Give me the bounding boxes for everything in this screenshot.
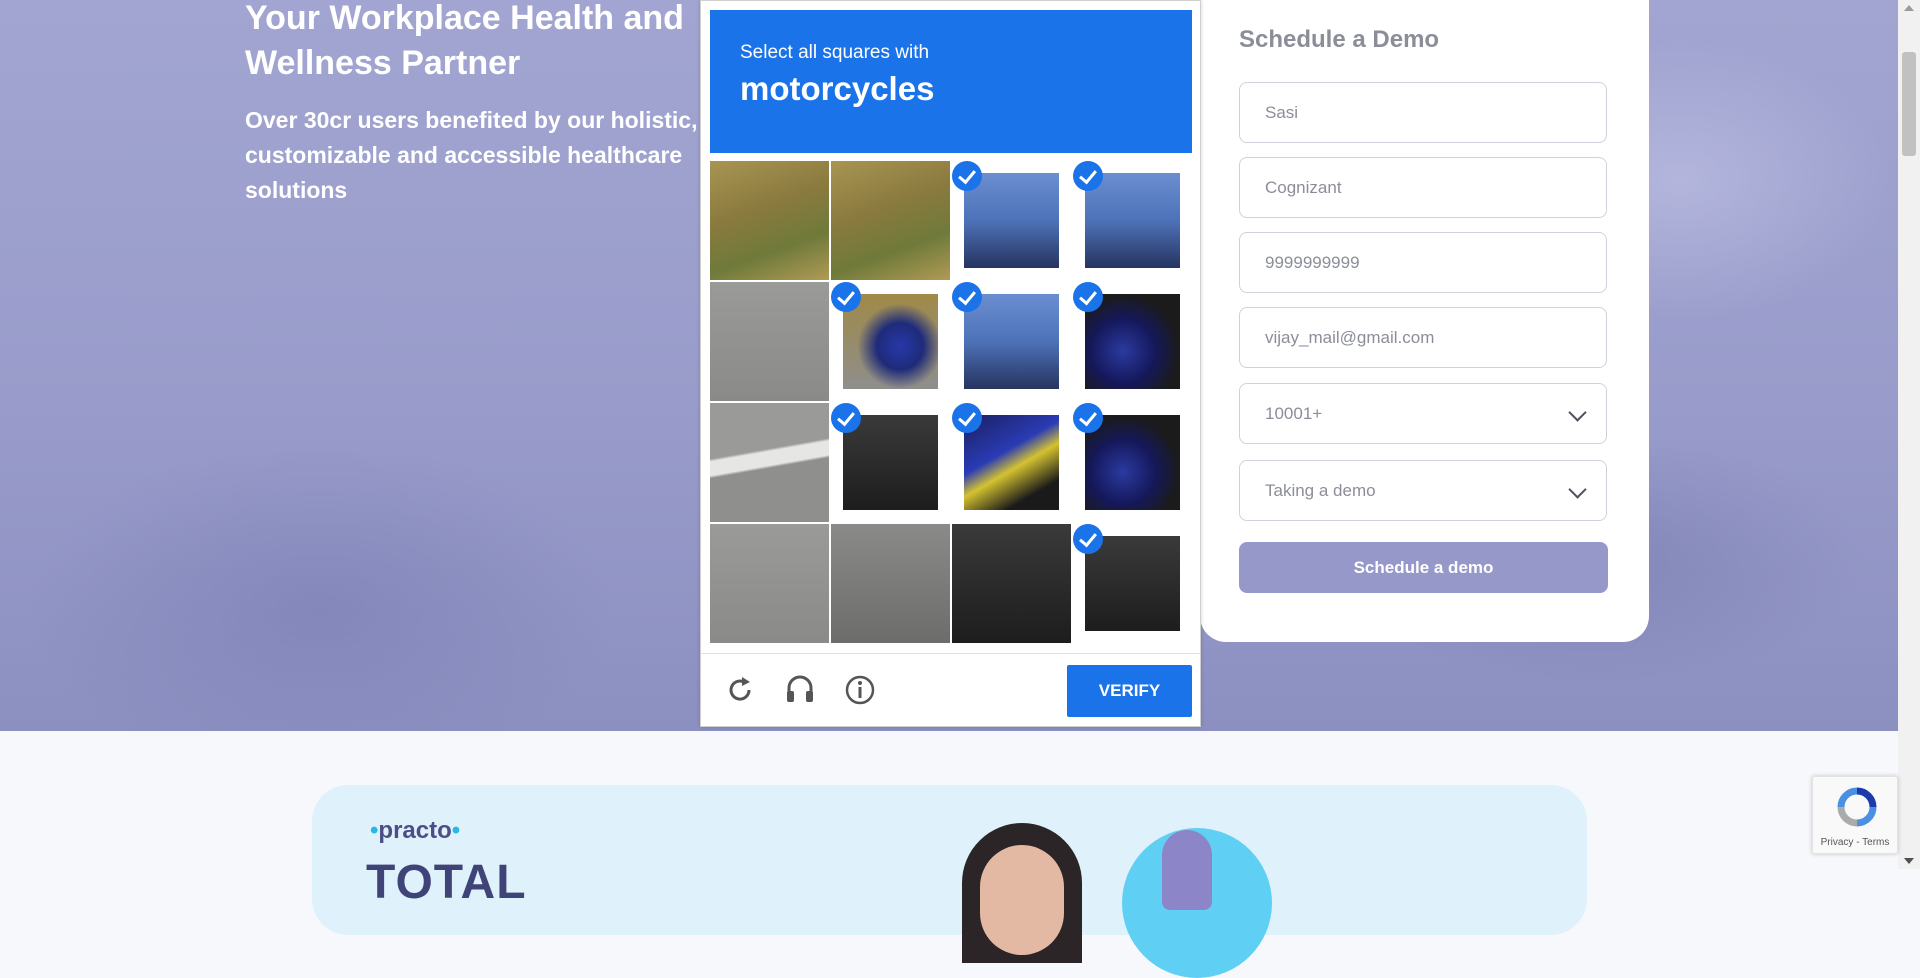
recaptcha-badge[interactable]: Privacy - Terms: [1812, 776, 1898, 854]
captcha-tile-image: [1085, 536, 1180, 631]
captcha-tile[interactable]: [831, 403, 950, 522]
interest-select-value: Taking a demo: [1265, 480, 1376, 500]
captcha-tile-image: [843, 294, 938, 389]
chevron-down-icon: [1568, 403, 1587, 422]
checkmark-icon: [952, 403, 982, 433]
captcha-tile[interactable]: [710, 524, 829, 643]
scroll-up-arrow-icon[interactable]: [1904, 5, 1914, 11]
captcha-tile[interactable]: [710, 161, 829, 280]
checkmark-icon: [831, 282, 861, 312]
recaptcha-logo-icon: [1837, 787, 1877, 827]
rocket-icon: [1162, 830, 1212, 910]
checkmark-icon: [1073, 524, 1103, 554]
checkmark-icon: [952, 282, 982, 312]
captcha-tile-image: [710, 403, 829, 522]
verify-button[interactable]: VERIFY: [1067, 665, 1192, 717]
email-field[interactable]: [1239, 307, 1607, 368]
captcha-tile[interactable]: [710, 403, 829, 522]
captcha-tile-image: [964, 173, 1059, 268]
demo-form-card: Schedule a Demo 10001+ Taking a demo Sch…: [1200, 0, 1649, 642]
scroll-down-arrow-icon[interactable]: [1904, 858, 1914, 864]
captcha-tile[interactable]: [710, 282, 829, 401]
name-field[interactable]: [1239, 82, 1607, 143]
employees-select[interactable]: 10001+: [1239, 383, 1607, 444]
captcha-tile[interactable]: [952, 524, 1071, 643]
captcha-tile-image: [710, 524, 829, 643]
promo-banner: •practo• TOTAL: [312, 785, 1587, 978]
scrollbar-thumb[interactable]: [1902, 52, 1916, 156]
checkmark-icon: [952, 161, 982, 191]
interest-select[interactable]: Taking a demo: [1239, 460, 1607, 521]
page-scrollbar[interactable]: [1898, 0, 1920, 869]
captcha-grid: [710, 161, 1192, 643]
checkmark-icon: [1073, 282, 1103, 312]
captcha-tile[interactable]: [831, 524, 950, 643]
checkmark-icon: [1073, 403, 1103, 433]
form-title: Schedule a Demo: [1239, 26, 1440, 53]
captcha-tile-image: [1085, 173, 1180, 268]
company-field[interactable]: [1239, 157, 1607, 218]
captcha-divider: [701, 653, 1200, 654]
captcha-tile-image: [952, 524, 1071, 643]
captcha-tile[interactable]: [952, 403, 1071, 522]
captcha-tile[interactable]: [831, 161, 950, 280]
captcha-tile[interactable]: [831, 282, 950, 401]
captcha-tile-image: [1085, 415, 1180, 510]
captcha-tile[interactable]: [952, 161, 1071, 280]
captcha-tile-image: [831, 161, 950, 280]
info-icon[interactable]: [843, 673, 877, 707]
checkmark-icon: [831, 403, 861, 433]
chevron-down-icon: [1568, 480, 1587, 499]
schedule-demo-button[interactable]: Schedule a demo: [1239, 542, 1608, 593]
promo-person-face: [980, 845, 1064, 955]
captcha-tile-image: [964, 294, 1059, 389]
captcha-header: Select all squares with motorcycles: [710, 10, 1192, 153]
captcha-tile[interactable]: [1073, 161, 1192, 280]
promo-headline: TOTAL: [366, 856, 527, 909]
reload-icon[interactable]: [723, 673, 757, 707]
captcha-tile[interactable]: [1073, 524, 1192, 643]
captcha-tile[interactable]: [1073, 403, 1192, 522]
captcha-tile-image: [964, 415, 1059, 510]
captcha-challenge: Select all squares with motorcycles VERI…: [700, 0, 1201, 727]
phone-field[interactable]: [1239, 232, 1607, 293]
captcha-tile[interactable]: [1073, 282, 1192, 401]
captcha-tile-image: [1085, 294, 1180, 389]
promo-logo-text: practo: [378, 817, 452, 844]
captcha-tile-image: [843, 415, 938, 510]
audio-icon[interactable]: [783, 673, 817, 707]
captcha-tile-image: [831, 524, 950, 643]
captcha-keyword: motorcycles: [740, 70, 935, 107]
checkmark-icon: [1073, 161, 1103, 191]
captcha-tile[interactable]: [952, 282, 1071, 401]
practo-logo: •practo•: [370, 817, 461, 844]
recaptcha-terms[interactable]: Privacy - Terms: [1813, 837, 1897, 848]
employees-select-value: 10001+: [1265, 403, 1323, 423]
captcha-tile-image: [710, 161, 829, 280]
captcha-instruction: Select all squares with: [740, 42, 930, 63]
captcha-tile-image: [710, 282, 829, 401]
